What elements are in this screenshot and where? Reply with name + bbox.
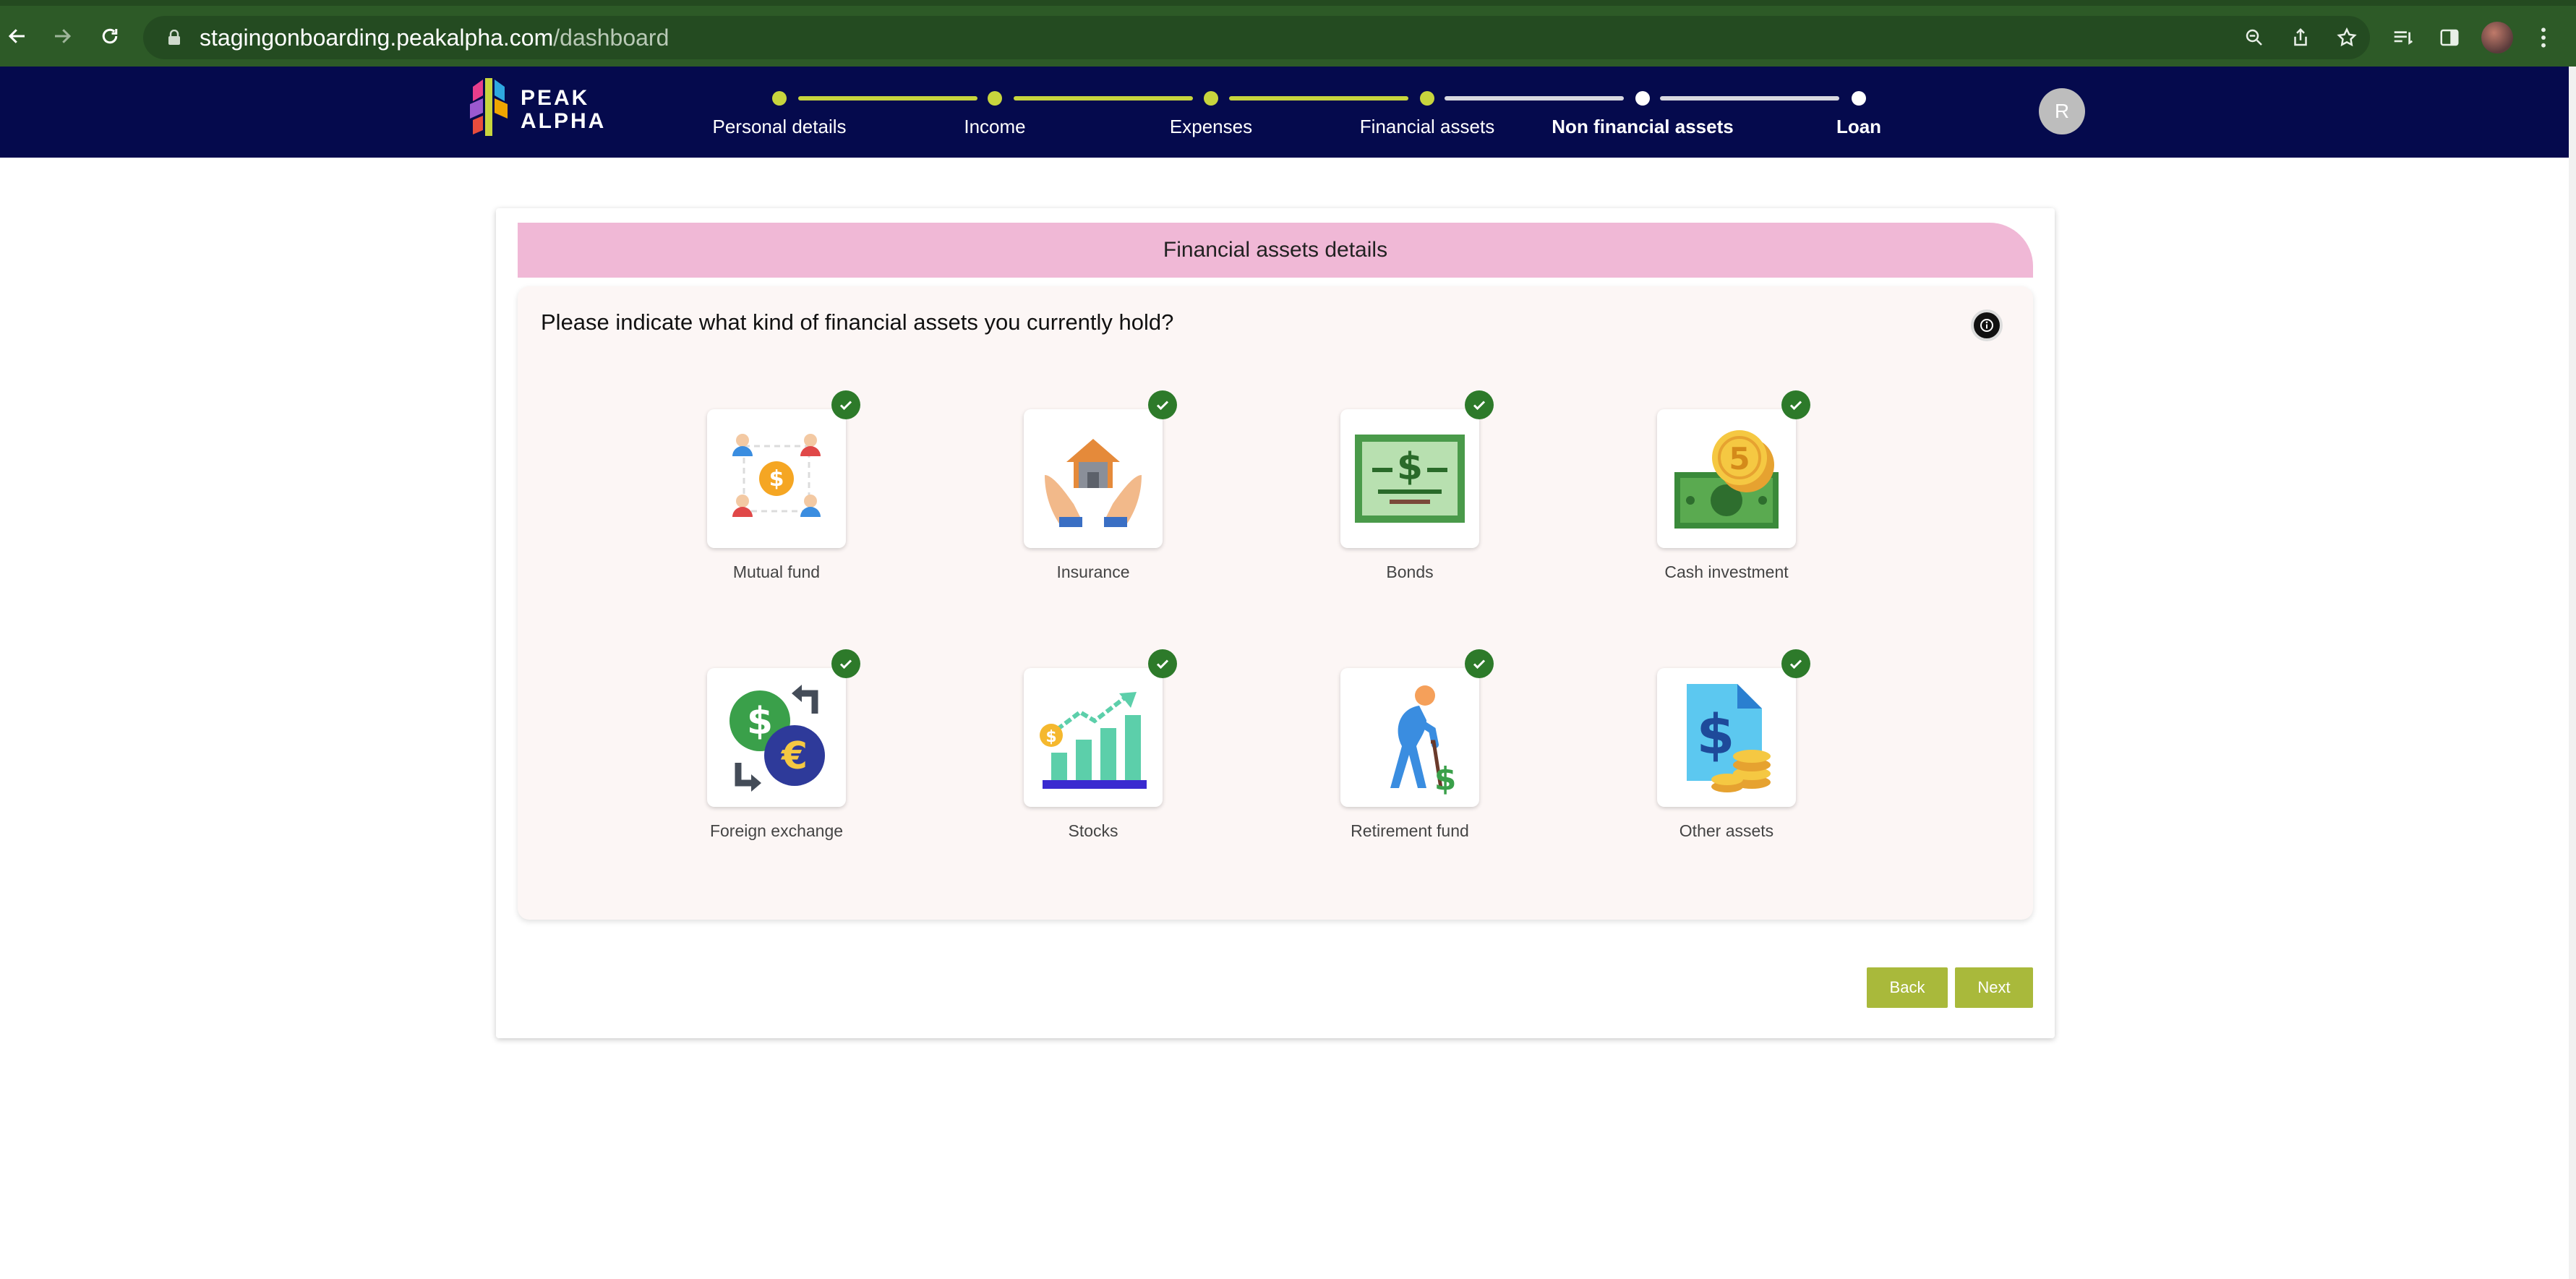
check-icon xyxy=(1781,390,1810,419)
asset-label: Bonds xyxy=(1386,562,1434,581)
svg-text:$: $ xyxy=(1434,761,1457,795)
question-text: Please indicate what kind of financial a… xyxy=(541,309,1174,335)
retirement-fund-icon: $ xyxy=(1390,685,1457,795)
step-dot-expenses[interactable] xyxy=(1204,91,1218,106)
lock-icon[interactable] xyxy=(163,27,185,48)
step-label-income[interactable]: Income xyxy=(879,116,1111,138)
asset-tile-insurance[interactable]: Insurance xyxy=(1024,390,1177,582)
side-panel-icon[interactable] xyxy=(2434,22,2465,54)
forward-arrow-icon[interactable] xyxy=(45,19,80,54)
asset-tile-cash-investment[interactable]: 5 Cash investment xyxy=(1657,390,1810,582)
asset-label: Retirement fund xyxy=(1351,821,1469,840)
step-dot-income[interactable] xyxy=(988,91,1002,106)
asset-tile-box[interactable]: $ xyxy=(1024,649,1177,807)
step-label-personal-details[interactable]: Personal details xyxy=(664,116,895,138)
svg-text:$: $ xyxy=(747,700,773,743)
app-header: PEAK ALPHA Personal details Income Expen… xyxy=(0,67,2569,158)
reload-icon[interactable] xyxy=(93,19,127,54)
asset-label: Stocks xyxy=(1068,821,1118,840)
asset-tile-box[interactable]: 5 xyxy=(1657,390,1810,548)
section-title: Financial assets details xyxy=(518,223,2033,278)
step-connector-1 xyxy=(798,96,977,100)
question-panel: Please indicate what kind of financial a… xyxy=(518,286,2033,920)
step-connector-5 xyxy=(1660,96,1839,100)
asset-tile-foreign-exchange[interactable]: $ € Foreign exchange xyxy=(707,649,860,841)
asset-label: Other assets xyxy=(1679,821,1774,840)
mutual-fund-icon: $ xyxy=(732,434,821,517)
svg-text:$: $ xyxy=(1697,702,1735,766)
browser-toolbar: stagingonboarding.peakalpha.com/dashboar… xyxy=(0,0,2576,67)
check-icon xyxy=(1781,649,1810,678)
svg-text:$: $ xyxy=(1397,445,1423,489)
asset-tile-mutual-fund[interactable]: $ Mutual fund xyxy=(707,390,860,582)
svg-text:€: € xyxy=(781,735,808,778)
check-icon xyxy=(1465,649,1494,678)
browser-profile-avatar[interactable] xyxy=(2481,22,2513,54)
stocks-icon: $ xyxy=(1040,692,1147,789)
reading-list-icon[interactable] xyxy=(2387,22,2419,54)
check-icon xyxy=(1148,390,1177,419)
financial-assets-card: Financial assets details Please indicate… xyxy=(496,208,2055,1038)
svg-text:5: 5 xyxy=(1729,441,1750,476)
svg-text:$: $ xyxy=(769,466,784,492)
step-connector-3 xyxy=(1229,96,1408,100)
back-button[interactable]: Back xyxy=(1867,967,1948,1008)
step-connector-4 xyxy=(1445,96,1624,100)
cash-investment-icon: 5 xyxy=(1674,430,1779,529)
asset-tile-box[interactable]: $ xyxy=(1657,649,1810,807)
kebab-menu-icon[interactable] xyxy=(2528,22,2559,54)
asset-tile-box[interactable] xyxy=(1024,390,1177,548)
step-dot-loan[interactable] xyxy=(1852,91,1866,106)
step-label-financial-assets[interactable]: Financial assets xyxy=(1311,116,1543,138)
svg-text:$: $ xyxy=(1045,728,1056,746)
foreign-exchange-icon: $ € xyxy=(729,685,825,792)
bookmark-star-icon[interactable] xyxy=(2331,22,2363,54)
user-avatar[interactable]: R xyxy=(2039,88,2085,134)
step-label-expenses[interactable]: Expenses xyxy=(1095,116,1327,138)
other-assets-icon: $ xyxy=(1687,684,1771,792)
check-icon xyxy=(1148,649,1177,678)
asset-tile-other-assets[interactable]: $ Other assets xyxy=(1657,649,1810,841)
asset-tile-box[interactable]: $ xyxy=(1340,649,1494,807)
step-connector-2 xyxy=(1014,96,1193,100)
asset-tile-box[interactable]: $ € xyxy=(707,649,860,807)
asset-tile-box[interactable]: $ xyxy=(1340,390,1494,548)
asset-tile-box[interactable]: $ xyxy=(707,390,860,548)
url-text: stagingonboarding.peakalpha.com/dashboar… xyxy=(200,25,669,51)
asset-label: Insurance xyxy=(1056,562,1130,581)
address-bar[interactable]: stagingonboarding.peakalpha.com/dashboar… xyxy=(143,16,2370,59)
asset-label: Cash investment xyxy=(1664,562,1789,581)
page-scrollbar[interactable] xyxy=(2569,67,2576,1279)
asset-label: Foreign exchange xyxy=(709,821,844,840)
progress-stepper: Personal details Income Expenses Financi… xyxy=(0,67,2569,158)
info-icon[interactable] xyxy=(1971,309,2003,341)
asset-label: Mutual fund xyxy=(732,562,821,581)
bonds-icon: $ xyxy=(1355,435,1465,523)
step-dot-financial-assets[interactable] xyxy=(1420,91,1434,106)
check-icon xyxy=(831,649,860,678)
url-host: stagingonboarding.peakalpha.com xyxy=(200,24,554,51)
next-button[interactable]: Next xyxy=(1955,967,2033,1008)
step-label-loan[interactable]: Loan xyxy=(1743,116,1974,138)
step-label-non-financial-assets[interactable]: Non financial assets xyxy=(1527,116,1758,138)
step-dot-personal-details[interactable] xyxy=(772,91,787,106)
asset-tile-stocks[interactable]: $ Stocks xyxy=(1024,649,1177,841)
check-icon xyxy=(831,390,860,419)
step-dot-non-financial-assets[interactable] xyxy=(1635,91,1650,106)
back-arrow-icon[interactable] xyxy=(0,19,35,54)
share-icon[interactable] xyxy=(2285,22,2316,54)
url-path: /dashboard xyxy=(553,24,669,51)
insurance-icon xyxy=(1045,439,1142,527)
asset-tile-retirement-fund[interactable]: $ Retirement fund xyxy=(1340,649,1494,841)
zoom-icon[interactable] xyxy=(2238,22,2270,54)
check-icon xyxy=(1465,390,1494,419)
asset-tile-bonds[interactable]: $ Bonds xyxy=(1340,390,1494,582)
